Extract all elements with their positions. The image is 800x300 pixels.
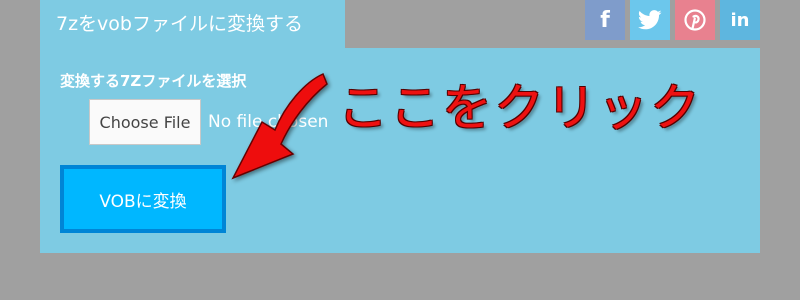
page: 7zをvobファイルに変換する f in 変換する7Zファイルを選択 Choos… bbox=[0, 0, 800, 300]
page-title-tab: 7zをvobファイルに変換する bbox=[40, 0, 345, 48]
pinterest-icon bbox=[684, 9, 706, 31]
linkedin-share-button[interactable]: in bbox=[720, 0, 760, 40]
convert-button-label: VOBに変換 bbox=[99, 191, 187, 212]
page-title: 7zをvobファイルに変換する bbox=[56, 13, 303, 35]
convert-to-vob-button[interactable]: VOBに変換 bbox=[60, 165, 226, 233]
facebook-icon: f bbox=[600, 7, 610, 33]
linkedin-icon: in bbox=[730, 9, 750, 31]
twitter-icon bbox=[638, 10, 662, 30]
facebook-share-button[interactable]: f bbox=[585, 0, 625, 40]
twitter-share-button[interactable] bbox=[630, 0, 670, 40]
click-here-annotation: ここをクリック bbox=[338, 79, 702, 137]
pinterest-share-button[interactable] bbox=[675, 0, 715, 40]
choose-file-button[interactable]: Choose File bbox=[89, 99, 201, 145]
red-arrow-icon bbox=[231, 72, 328, 180]
